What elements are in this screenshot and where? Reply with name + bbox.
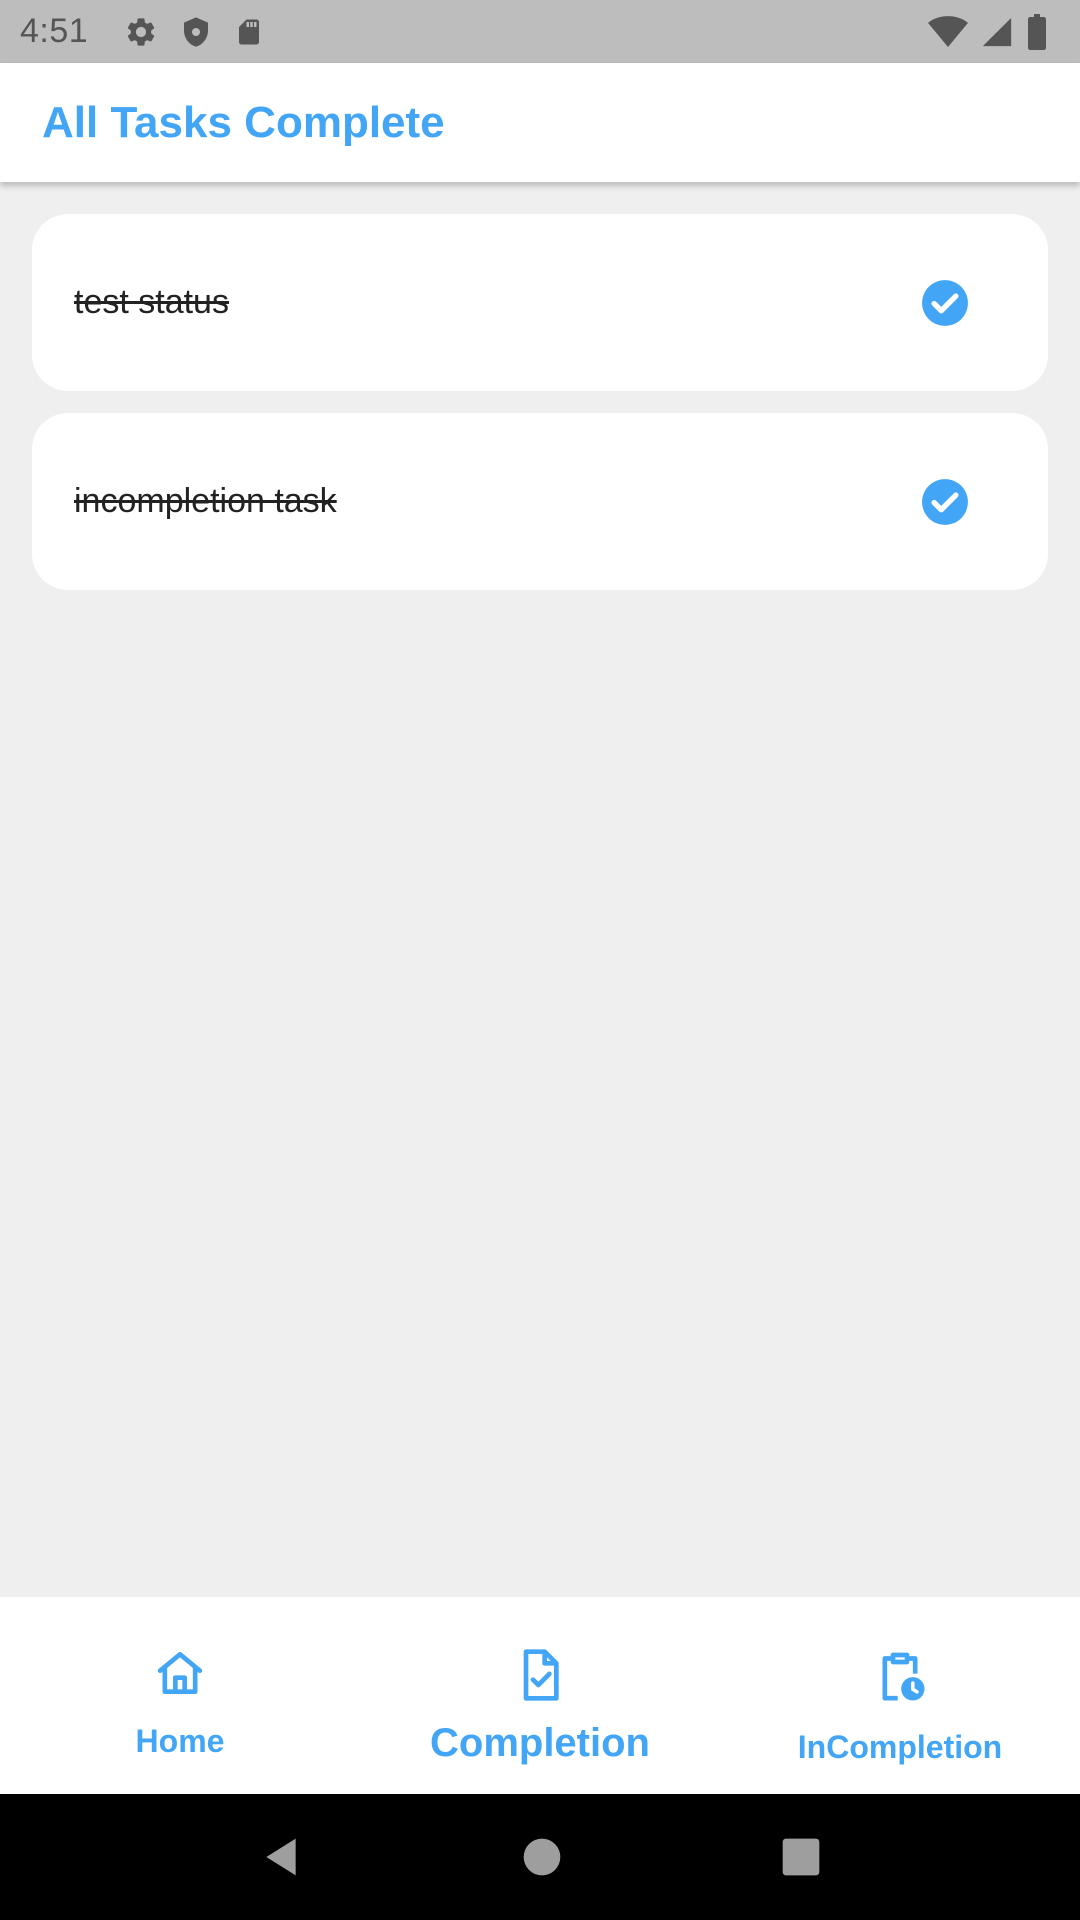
system-navigation-bar xyxy=(0,1794,1080,1920)
shield-icon xyxy=(180,15,212,49)
sd-card-icon xyxy=(234,15,264,49)
file-check-icon xyxy=(512,1645,568,1705)
signal-icon xyxy=(980,15,1014,49)
nav-item-home[interactable]: Home xyxy=(0,1597,360,1794)
nav-item-incompletion[interactable]: InCompletion xyxy=(720,1597,1080,1794)
nav-label: Home xyxy=(135,1723,225,1759)
gear-icon xyxy=(124,15,158,49)
home-circle-icon[interactable] xyxy=(522,1837,562,1877)
status-left-icons xyxy=(124,15,264,49)
check-circle-icon[interactable] xyxy=(920,477,970,527)
check-circle-icon[interactable] xyxy=(920,278,970,328)
back-icon[interactable] xyxy=(259,1833,303,1881)
task-card[interactable]: test status xyxy=(32,214,1048,391)
home-icon xyxy=(152,1645,208,1701)
nav-label: Completion xyxy=(430,1721,650,1765)
app-bar: All Tasks Complete xyxy=(0,63,1080,182)
recents-icon[interactable] xyxy=(781,1837,821,1877)
status-right-icons xyxy=(928,13,1060,50)
page-title: All Tasks Complete xyxy=(42,97,445,147)
task-label: incompletion task xyxy=(74,482,337,520)
task-list: test status incompletion task xyxy=(0,182,1080,612)
clipboard-clock-icon xyxy=(872,1645,928,1707)
nav-item-completion[interactable]: Completion xyxy=(360,1597,720,1794)
nav-label: InCompletion xyxy=(797,1729,1003,1765)
task-card[interactable]: incompletion task xyxy=(32,413,1048,590)
status-time: 4:51 xyxy=(20,12,89,50)
bottom-navigation: Home Completion InCompletion xyxy=(0,1597,1080,1794)
task-label: test status xyxy=(74,283,229,321)
wifi-icon xyxy=(928,15,968,49)
battery-icon xyxy=(1026,13,1048,50)
status-bar: 4:51 xyxy=(0,0,1080,63)
